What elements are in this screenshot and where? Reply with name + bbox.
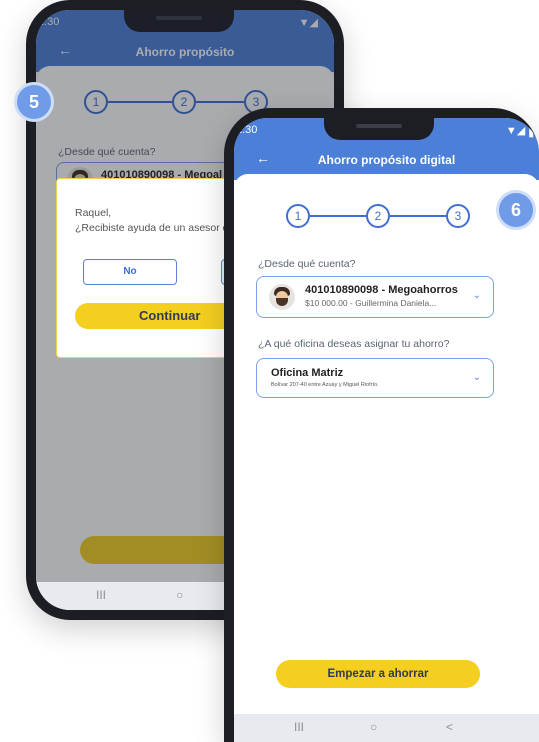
page-title: Ahorro propósito digital (317, 153, 456, 167)
office-label: ¿A qué oficina deseas asignar tu ahorro? (258, 338, 450, 350)
front-phone-screen: 2:30 ▼◢▐ ← Ahorro propósito digital 1 2 … (234, 118, 539, 742)
chevron-down-icon[interactable]: ⌄ (473, 290, 481, 301)
no-button[interactable]: No (83, 259, 177, 285)
content-panel: 1 2 3 ¿Desde qué cuenta? 401010890098 - … (234, 174, 539, 714)
start-saving-button[interactable]: Empezar a ahorrar (276, 660, 480, 688)
notch (324, 118, 434, 140)
account-select[interactable]: 401010890098 - Megoahorros $10 000.00 - … (256, 276, 494, 318)
recents-icon[interactable]: III (294, 720, 304, 734)
home-icon[interactable]: ○ (176, 588, 183, 602)
system-nav-bar: III ○ < (234, 714, 539, 742)
step-2: 2 (366, 204, 390, 228)
step-3: 3 (446, 204, 470, 228)
chevron-down-icon[interactable]: ⌄ (473, 372, 481, 383)
home-icon[interactable]: ○ (370, 720, 377, 734)
step-1: 1 (286, 204, 310, 228)
dialog-question: ¿Recibiste ayuda de un asesor d (75, 222, 229, 234)
step-connector (310, 215, 366, 217)
account-detail: $10 000.00 - Guillermina Daniela... (305, 298, 437, 308)
office-name: Oficina Matriz (271, 367, 344, 379)
office-select[interactable]: Oficina Matriz Bolívar 207-40 entre Azua… (256, 358, 494, 398)
from-account-label: ¿Desde qué cuenta? (258, 258, 356, 270)
dialog-greeting: Raquel, (75, 207, 112, 219)
office-address: Bolívar 207-40 entre Azuay y Miguel Riof… (271, 382, 379, 388)
status-time: 2:30 (236, 124, 258, 136)
recents-icon[interactable]: III (96, 588, 106, 602)
step-badge-6: 6 (496, 190, 536, 230)
step-connector (390, 215, 446, 217)
back-nav-icon[interactable]: < (446, 720, 453, 734)
front-phone: 2:30 ▼◢▐ ← Ahorro propósito digital 1 2 … (224, 108, 539, 742)
avatar-icon (269, 284, 295, 310)
step-badge-5: 5 (14, 82, 54, 122)
signal-icon: ▼◢▐ (505, 125, 533, 137)
account-number: 401010890098 - Megoahorros (305, 284, 458, 296)
